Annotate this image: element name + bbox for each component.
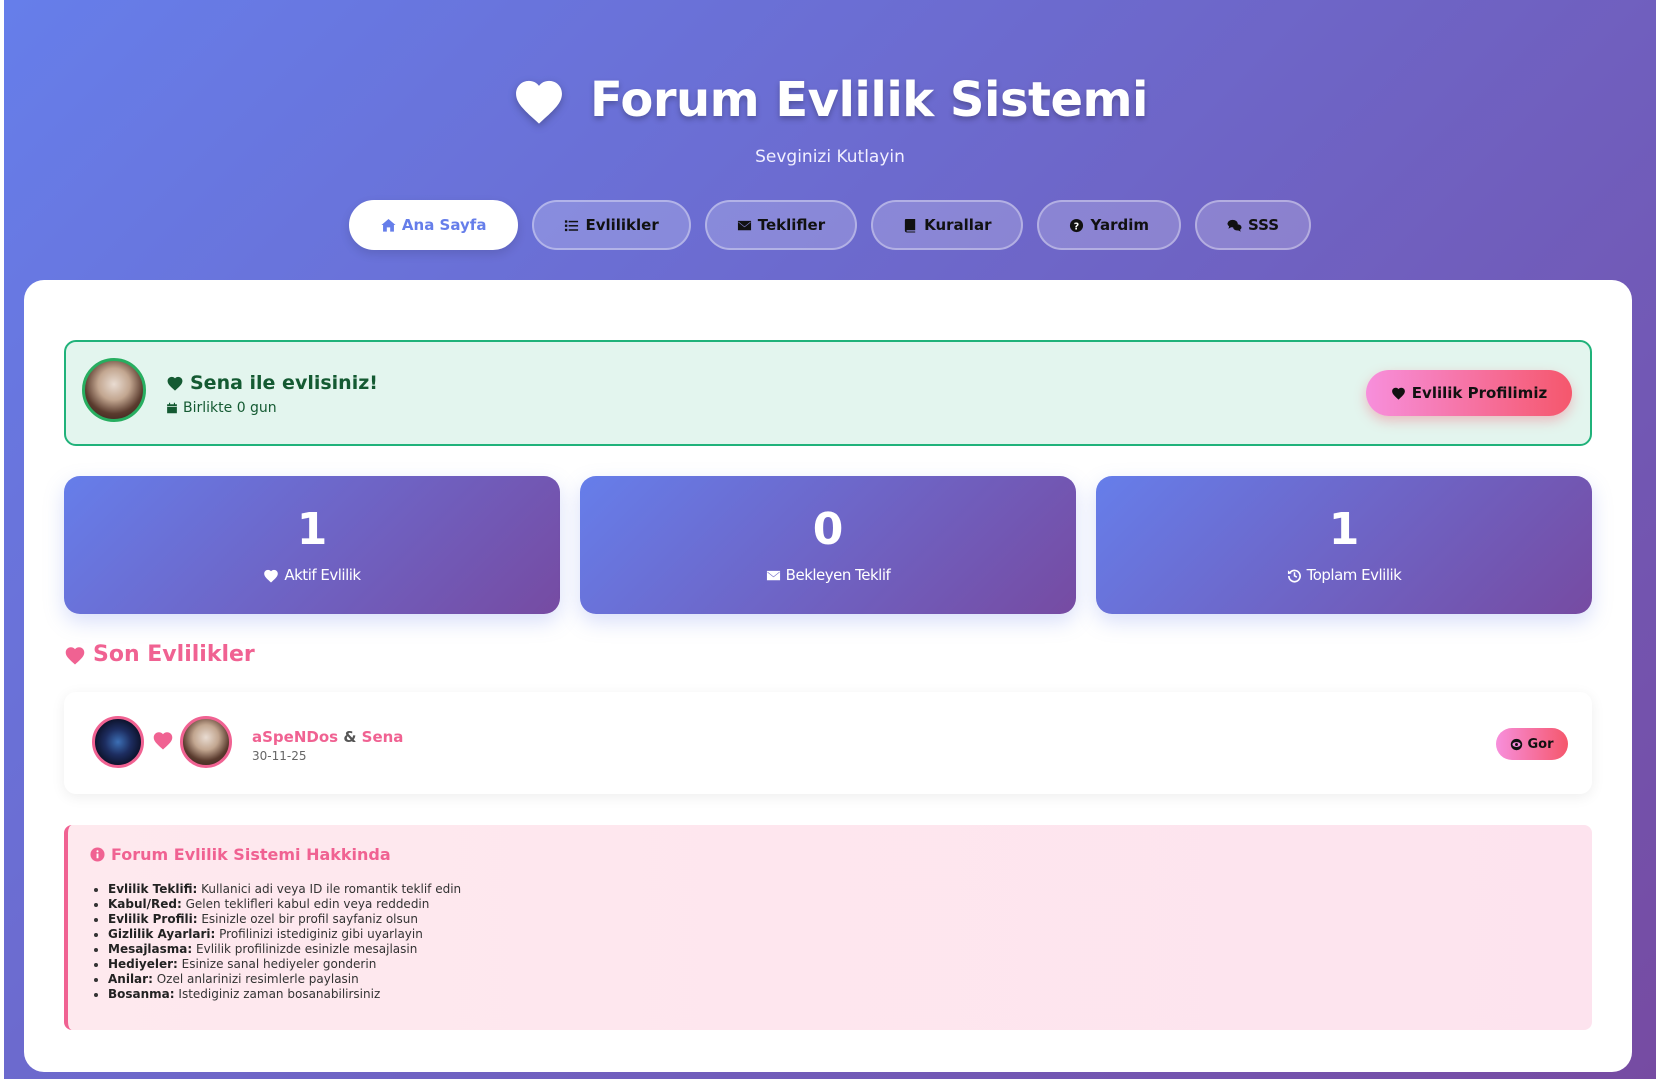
stat-label: Bekleyen Teklif bbox=[580, 566, 1076, 584]
info-item-term: Bosanma: bbox=[108, 987, 175, 1001]
info-item-term: Evlilik Teklifi: bbox=[108, 882, 198, 896]
partner2-link[interactable]: Sena bbox=[362, 728, 404, 746]
info-item-term: Mesajlasma: bbox=[108, 942, 193, 956]
nav-rules[interactable]: Kurallar bbox=[871, 200, 1024, 250]
nav-help[interactable]: ? Yardim bbox=[1037, 200, 1181, 250]
info-item-desc: Profilinizi istediginiz gibi uyarlayin bbox=[219, 927, 423, 941]
stat-label-text: Bekleyen Teklif bbox=[785, 566, 891, 584]
stat-value: 1 bbox=[296, 504, 328, 555]
status-duration: Birlikte 0 gun bbox=[166, 400, 277, 416]
marriage-status-box: Sena ile evlisiniz! Birlikte 0 gun Evlil… bbox=[64, 340, 1592, 446]
stat-label: Toplam Evlilik bbox=[1096, 566, 1592, 584]
page-subtitle: Sevginizi Kutlayin bbox=[755, 147, 905, 167]
title-row: Forum Evlilik Sistemi bbox=[4, 72, 1656, 128]
stat-card-active: 1 Aktif Evlilik bbox=[64, 476, 560, 614]
couple-names: aSpeNDos & Sena bbox=[252, 728, 403, 746]
nav-home[interactable]: Ana Sayfa bbox=[348, 200, 519, 250]
info-item: Anilar: Ozel anlarinizi resimlerle payla… bbox=[108, 972, 461, 987]
separator: & bbox=[343, 728, 357, 746]
recent-marriages-title: Son Evlilikler bbox=[64, 642, 255, 667]
info-item: Hediyeler: Esinize sanal hediyeler gonde… bbox=[108, 957, 461, 972]
nav-marriages[interactable]: Evlilikler bbox=[532, 200, 691, 250]
nav-proposals[interactable]: Teklifler bbox=[704, 200, 858, 250]
info-item-term: Kabul/Red: bbox=[108, 897, 182, 911]
avatar-partner[interactable] bbox=[82, 358, 146, 422]
stat-label-text: Toplam Evlilik bbox=[1306, 566, 1402, 584]
stat-label-text: Aktif Evlilik bbox=[284, 566, 361, 584]
info-title-text: Forum Evlilik Sistemi Hakkinda bbox=[111, 845, 391, 864]
status-message: Sena ile evlisiniz! bbox=[166, 372, 378, 394]
nav-faq-label: SSS bbox=[1248, 216, 1280, 234]
comments-icon bbox=[1227, 219, 1242, 232]
info-item-term: Gizlilik Ayarlari: bbox=[108, 927, 216, 941]
calendar-icon bbox=[167, 402, 177, 414]
stat-value: 0 bbox=[812, 504, 844, 555]
list-icon bbox=[565, 219, 579, 231]
stat-card-total: 1 Toplam Evlilik bbox=[1096, 476, 1592, 614]
info-item-desc: Istediginiz zaman bosanabilirsiniz bbox=[178, 987, 381, 1001]
info-item-term: Evlilik Profili: bbox=[108, 912, 198, 926]
marriage-profile-button-label: Evlilik Profilimiz bbox=[1411, 384, 1548, 402]
info-list: Evlilik Teklifi: Kullanici adi veya ID i… bbox=[108, 882, 461, 1002]
svg-text:?: ? bbox=[1074, 221, 1079, 232]
heart-icon bbox=[1391, 387, 1405, 400]
heart-icon bbox=[153, 732, 173, 750]
list-item: aSpeNDos & Sena 30-11-25 Gor bbox=[64, 692, 1592, 794]
info-title: Forum Evlilik Sistemi Hakkinda bbox=[90, 845, 391, 864]
info-item-term: Hediyeler: bbox=[108, 957, 178, 971]
info-item: Evlilik Profili: Esinizle ozel bir profi… bbox=[108, 912, 461, 927]
stat-value: 1 bbox=[1328, 504, 1360, 555]
main-content: Sena ile evlisiniz! Birlikte 0 gun Evlil… bbox=[24, 280, 1632, 1072]
avatar-partner1[interactable] bbox=[92, 716, 144, 768]
heart-icon bbox=[167, 376, 183, 391]
nav-faq[interactable]: SSS bbox=[1195, 200, 1312, 250]
info-box: Forum Evlilik Sistemi Hakkinda Evlilik T… bbox=[64, 825, 1592, 1030]
avatar-partner2[interactable] bbox=[180, 716, 232, 768]
info-item: Mesajlasma: Evlilik profilinizde esinizl… bbox=[108, 942, 461, 957]
heart-icon bbox=[516, 80, 562, 124]
view-button-label: Gor bbox=[1527, 736, 1554, 752]
home-icon bbox=[381, 218, 396, 232]
view-button[interactable]: Gor bbox=[1496, 728, 1568, 760]
info-item-term: Anilar: bbox=[108, 972, 153, 986]
eye-icon bbox=[1511, 738, 1523, 750]
stat-card-pending: 0 Bekleyen Teklif bbox=[580, 476, 1076, 614]
nav-help-label: Yardim bbox=[1090, 216, 1149, 234]
info-item: Gizlilik Ayarlari: Profilinizi istedigin… bbox=[108, 927, 461, 942]
main-nav: Ana Sayfa Evlilikler Teklifler Kurallar … bbox=[4, 200, 1656, 250]
info-item-desc: Ozel anlarinizi resimlerle paylasin bbox=[156, 972, 359, 986]
book-icon bbox=[904, 218, 916, 233]
info-item-desc: Kullanici adi veya ID ile romantik tekli… bbox=[201, 882, 462, 896]
info-item: Bosanma: Istediginiz zaman bosanabilirsi… bbox=[108, 987, 461, 1002]
stat-label: Aktif Evlilik bbox=[64, 566, 560, 584]
info-item-desc: Gelen teklifleri kabul edin veya reddedi… bbox=[185, 897, 430, 911]
envelope-icon bbox=[737, 220, 751, 230]
heart-icon bbox=[264, 569, 279, 582]
marriage-profile-button[interactable]: Evlilik Profilimiz bbox=[1366, 370, 1572, 416]
marriage-date: 30-11-25 bbox=[252, 749, 307, 763]
envelope-icon bbox=[766, 570, 780, 580]
nav-marriages-label: Evlilikler bbox=[585, 216, 659, 234]
info-circle-icon bbox=[90, 847, 105, 862]
partner1-link[interactable]: aSpeNDos bbox=[252, 728, 338, 746]
info-item-desc: Esinizle ozel bir profil sayfaniz olsun bbox=[201, 912, 418, 926]
status-message-text: Sena ile evlisiniz! bbox=[190, 372, 378, 394]
question-circle-icon: ? bbox=[1070, 218, 1084, 232]
page-title: Forum Evlilik Sistemi bbox=[590, 72, 1148, 128]
nav-rules-label: Kurallar bbox=[924, 216, 992, 234]
info-item: Evlilik Teklifi: Kullanici adi veya ID i… bbox=[108, 882, 461, 897]
heart-icon bbox=[65, 646, 85, 665]
info-item-desc: Evlilik profilinizde esinizle mesajlasin bbox=[196, 942, 418, 956]
info-item: Kabul/Red: Gelen teklifleri kabul edin v… bbox=[108, 897, 461, 912]
recent-marriages-title-text: Son Evlilikler bbox=[93, 642, 255, 667]
status-duration-text: Birlikte 0 gun bbox=[183, 400, 277, 416]
info-item-desc: Esinize sanal hediyeler gonderin bbox=[181, 957, 377, 971]
history-icon bbox=[1287, 569, 1301, 583]
nav-proposals-label: Teklifler bbox=[757, 216, 826, 234]
nav-home-label: Ana Sayfa bbox=[401, 216, 487, 234]
